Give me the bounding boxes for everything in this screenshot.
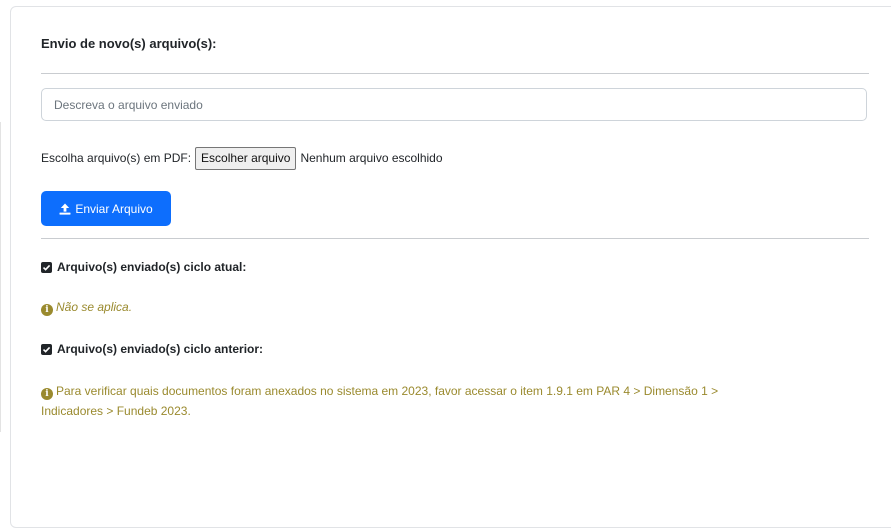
file-chooser-label: Escolha arquivo(s) em PDF: (41, 151, 192, 165)
checkbox-checked-icon (41, 261, 52, 273)
current-cycle-heading-text: Arquivo(s) enviado(s) ciclo atual: (57, 260, 247, 274)
left-panel-edge (0, 122, 1, 432)
file-status-text: Nenhum arquivo escolhido (300, 151, 443, 165)
divider (41, 73, 869, 74)
info-circle-icon: i (41, 304, 53, 316)
upload-section-title: Envio de novo(s) arquivo(s): (41, 36, 217, 51)
previous-cycle-info: i Para verificar quais documentos foram a… (41, 381, 718, 421)
divider (41, 238, 869, 239)
current-cycle-heading: Arquivo(s) enviado(s) ciclo atual: (41, 260, 246, 274)
send-file-button-label: Enviar Arquivo (75, 201, 153, 216)
send-file-button[interactable]: Enviar Arquivo (41, 191, 171, 226)
current-cycle-info: i Não se aplica. (41, 297, 132, 317)
file-chooser-row: Escolha arquivo(s) em PDF: Escolher arqu… (41, 146, 443, 170)
previous-cycle-heading: Arquivo(s) enviado(s) ciclo anterior: (41, 342, 263, 356)
previous-cycle-heading-text: Arquivo(s) enviado(s) ciclo anterior: (57, 342, 264, 356)
current-cycle-info-text: Não se aplica. (56, 300, 133, 314)
checkbox-checked-icon (41, 343, 52, 355)
file-description-input[interactable] (41, 88, 867, 121)
info-circle-icon: i (41, 388, 53, 400)
choose-file-button[interactable]: Escolher arquivo (195, 146, 297, 170)
previous-cycle-info-line1: Para verificar quais documentos foram an… (56, 384, 719, 398)
upload-icon (59, 203, 71, 215)
previous-cycle-info-line2: Indicadores > Fundeb 2023. (41, 404, 191, 418)
